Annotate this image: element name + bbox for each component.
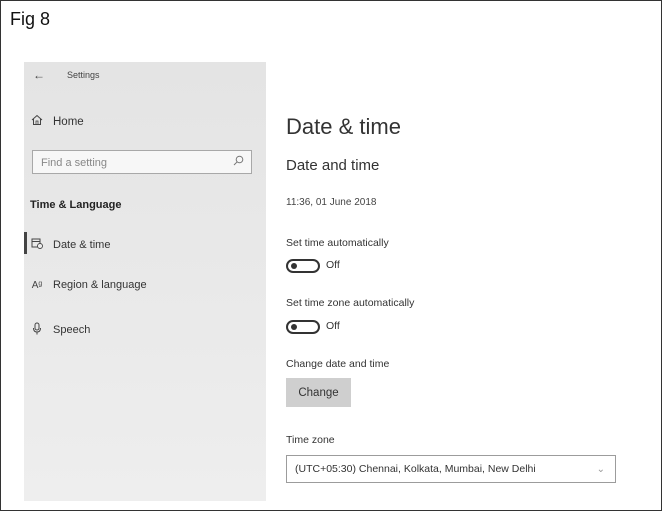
time-zone-value: (UTC+05:30) Chennai, Kolkata, Mumbai, Ne… xyxy=(295,463,536,475)
set-time-auto-toggle[interactable] xyxy=(286,259,320,273)
main-content: Date & time Date and time 11:36, 01 June… xyxy=(266,62,654,508)
change-date-label: Change date and time xyxy=(286,358,390,370)
sidebar-item-date-time[interactable]: Date & time xyxy=(30,237,110,252)
search-input[interactable] xyxy=(33,151,223,175)
set-timezone-auto-label: Set time zone automatically xyxy=(286,297,415,309)
arrow-left-icon[interactable]: ← xyxy=(33,68,45,82)
language-icon: Aᵍ xyxy=(31,279,43,291)
time-zone-select[interactable]: (UTC+05:30) Chennai, Kolkata, Mumbai, Ne… xyxy=(286,455,616,483)
set-time-auto-state: Off xyxy=(326,259,340,271)
toggle-knob xyxy=(291,324,297,330)
change-button[interactable]: Change xyxy=(286,378,351,407)
section-title: Date and time xyxy=(286,157,380,174)
set-timezone-auto-state: Off xyxy=(326,320,340,332)
sidebar-item-label: Region & language xyxy=(53,279,147,291)
sidebar-section-title: Time & Language xyxy=(30,199,122,211)
sidebar-item-region-language[interactable]: Aᵍ Region & language xyxy=(30,279,147,291)
page-title: Date & time xyxy=(286,114,401,139)
settings-window: ← Settings Home Time & Language Date & t… xyxy=(24,62,654,508)
sidebar: ← Settings Home Time & Language Date & t… xyxy=(24,62,266,501)
search-icon[interactable] xyxy=(233,155,244,166)
selection-indicator xyxy=(24,232,27,254)
chevron-down-icon: ⌄ xyxy=(596,464,605,475)
microphone-icon xyxy=(30,322,44,338)
sidebar-item-home[interactable]: Home xyxy=(31,114,84,129)
sidebar-item-label: Home xyxy=(53,115,84,128)
figure-frame: Fig 8 ← Settings Home Time & Language xyxy=(0,0,662,511)
search-box[interactable] xyxy=(32,150,252,175)
set-timezone-auto-toggle[interactable] xyxy=(286,320,320,334)
sidebar-item-speech[interactable]: Speech xyxy=(30,322,90,338)
home-icon xyxy=(31,114,43,129)
time-zone-label: Time zone xyxy=(286,434,335,446)
toggle-knob xyxy=(291,263,297,269)
set-time-auto-label: Set time automatically xyxy=(286,237,389,249)
figure-label: Fig 8 xyxy=(10,9,51,29)
calendar-clock-icon xyxy=(30,237,44,252)
sidebar-item-label: Speech xyxy=(53,324,91,336)
sidebar-item-label: Date & time xyxy=(53,238,111,251)
window-title: Settings xyxy=(67,70,100,80)
current-datetime: 11:36, 01 June 2018 xyxy=(286,197,377,208)
